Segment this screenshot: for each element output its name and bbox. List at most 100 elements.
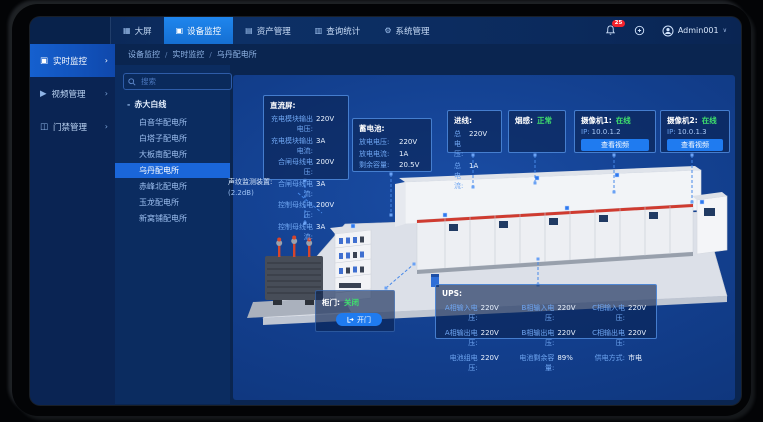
panel-title: 直流屏: — [270, 100, 342, 111]
door-label: 柜门: — [322, 297, 340, 308]
search-icon — [128, 78, 136, 86]
open-door-label: 开门 — [357, 315, 371, 325]
notification-bell-button[interactable]: 25 — [604, 24, 618, 38]
sidebar-item-label: 视频管理 — [52, 88, 86, 100]
metric-value: 200V — [316, 201, 342, 209]
app-window: ▦ 大屏 ▣ 设备监控 ▤ 资产管理 ▥ 查询统计 ⚙ 系统管理 — [30, 17, 741, 405]
video-icon: ▶ — [40, 89, 47, 99]
chevron-right-icon: › — [105, 56, 108, 65]
chevron-down-icon: ∨ — [723, 27, 727, 34]
metric-value: 220V — [469, 130, 495, 138]
breadcrumb: 设备监控 / 实时监控 / 乌丹配电所 — [115, 44, 741, 65]
ip-label: IP: — [667, 128, 676, 136]
right-cabinet-illustration — [692, 192, 727, 254]
statistics-icon: ▥ — [315, 26, 323, 35]
gear-icon: ⚙ — [384, 26, 391, 35]
search-input[interactable] — [139, 76, 227, 87]
camera1-title: 摄像机1: — [581, 115, 612, 126]
topbar-right: 25 Admin001 ∨ — [604, 17, 741, 44]
metric-value: 220V — [481, 354, 503, 362]
metric-value: 3A — [316, 137, 342, 145]
tree-item-station[interactable]: 新窝铺配电所 — [115, 211, 230, 226]
top-tabs: ▦ 大屏 ▣ 设备监控 ▤ 资产管理 ▥ 查询统计 ⚙ 系统管理 — [111, 17, 442, 44]
tab-dashboard[interactable]: ▦ 大屏 — [111, 17, 164, 44]
panel-title: 蓄电池: — [359, 123, 425, 134]
incoming-line-panel: 进线: 总电压:220V 总电流:1A — [447, 110, 502, 153]
metric-value: 220V — [316, 115, 342, 123]
tree-item-station-selected[interactable]: 乌丹配电所 — [115, 163, 230, 178]
sidebar-item-video-management[interactable]: ▶ 视频管理 › — [30, 77, 115, 110]
breadcrumb-separator: / — [165, 51, 167, 59]
metric-label: 控制母线电压: — [270, 200, 313, 220]
avatar-icon — [662, 25, 674, 37]
sidebar-item-label: 门禁管理 — [53, 121, 87, 133]
chevron-right-icon: › — [105, 89, 108, 98]
door-status: 关闭 — [344, 297, 359, 308]
sidebar-item-realtime-monitoring[interactable]: ▣ 实时监控 › — [30, 44, 115, 77]
panel-title: UPS: — [442, 289, 650, 298]
metric-value: 20.5V — [399, 161, 425, 169]
tab-query-statistics[interactable]: ▥ 查询统计 — [303, 17, 373, 44]
smoke-sensor-panel: 烟感: 正常 — [508, 110, 566, 153]
tree-item-station[interactable]: 大板南配电所 — [115, 147, 230, 162]
metric-value: 1A — [399, 150, 425, 158]
tree-item-station[interactable]: 玉龙配电所 — [115, 195, 230, 210]
fullscreen-icon — [634, 25, 645, 36]
breadcrumb-item[interactable]: 实时监控 — [172, 49, 204, 60]
realtime-monitor-icon: ▣ — [40, 56, 48, 66]
user-name: Admin001 — [678, 26, 719, 35]
metric-value: 市电 — [628, 353, 650, 363]
ups-panel: UPS: A相输入电压:220V B相输入电压:220V C相输入电压:220V… — [435, 284, 657, 339]
camera1-ip: 10.0.1.2 — [592, 128, 621, 136]
tree-search-box — [123, 73, 232, 90]
metric-label: 合闸母线电流: — [270, 179, 313, 199]
tab-asset-management[interactable]: ▤ 资产管理 — [233, 17, 303, 44]
tab-label: 系统管理 — [395, 25, 429, 37]
tree-item-station[interactable]: 白塔子配电所 — [115, 131, 230, 146]
acoustic-monitor-label: 声纹监测装置: (2.2dB) — [228, 177, 272, 198]
camera1-panel: 摄像机1: 在线 IP:10.0.1.2 查看视频 — [574, 110, 656, 153]
metric-value: 220V — [481, 329, 503, 337]
fullscreen-button[interactable] — [633, 24, 647, 38]
tab-system-management[interactable]: ⚙ 系统管理 — [372, 17, 441, 44]
sidebar-item-label: 实时监控 — [53, 55, 87, 67]
metric-value: 220V — [628, 304, 650, 312]
metric-value: 220V — [557, 329, 579, 337]
tab-label: 大屏 — [135, 25, 152, 37]
tab-label: 设备监控 — [187, 25, 221, 37]
metric-label: A相输入电压: — [442, 303, 478, 323]
tree-root-line[interactable]: -赤大白线 — [115, 97, 230, 112]
tree-item-station[interactable]: 赤峰北配电所 — [115, 179, 230, 194]
sidebar-item-access-control[interactable]: ◫ 门禁管理 › — [30, 110, 115, 143]
tree-item-station[interactable]: 白音华配电所 — [115, 115, 230, 130]
asset-icon: ▤ — [245, 26, 253, 35]
metric-value: 200V — [316, 158, 342, 166]
metric-value: 220V — [628, 329, 650, 337]
open-door-button[interactable]: 开门 — [336, 313, 382, 326]
metric-value: 220V — [399, 138, 425, 146]
breadcrumb-item-current[interactable]: 乌丹配电所 — [217, 49, 257, 60]
metric-value: 220V — [481, 304, 503, 312]
tab-device-monitoring[interactable]: ▣ 设备监控 — [164, 17, 234, 44]
cabinet-door-panel: 柜门: 关闭 开门 — [315, 290, 395, 332]
metric-label: C相输出电压: — [589, 328, 625, 348]
camera2-status: 在线 — [702, 115, 717, 126]
metric-label: A相输出电压: — [442, 328, 478, 348]
metric-label: 电池剩余容量: — [513, 353, 555, 373]
metric-label: 充电模块输出电流: — [270, 136, 313, 156]
breadcrumb-item[interactable]: 设备监控 — [128, 49, 160, 60]
view-video-button[interactable]: 查看视频 — [667, 139, 723, 151]
logo-area — [30, 17, 111, 44]
user-menu[interactable]: Admin001 ∨ — [662, 25, 727, 37]
metric-label: B相输入电压: — [513, 303, 555, 323]
screenshot-root: { "colors": { "accent": "#1e7ce2", "stat… — [0, 0, 763, 422]
acoustic-value: (2.2dB) — [228, 188, 272, 199]
smoke-label: 烟感: — [515, 115, 533, 126]
metric-label: 合闸母线电压: — [270, 157, 313, 177]
breadcrumb-separator: / — [209, 51, 211, 59]
metric-value: 89% — [557, 354, 579, 362]
view-video-button[interactable]: 查看视频 — [581, 139, 649, 151]
tab-label: 查询统计 — [326, 25, 360, 37]
tree-root-label: 赤大白线 — [134, 100, 166, 109]
ip-label: IP: — [581, 128, 590, 136]
